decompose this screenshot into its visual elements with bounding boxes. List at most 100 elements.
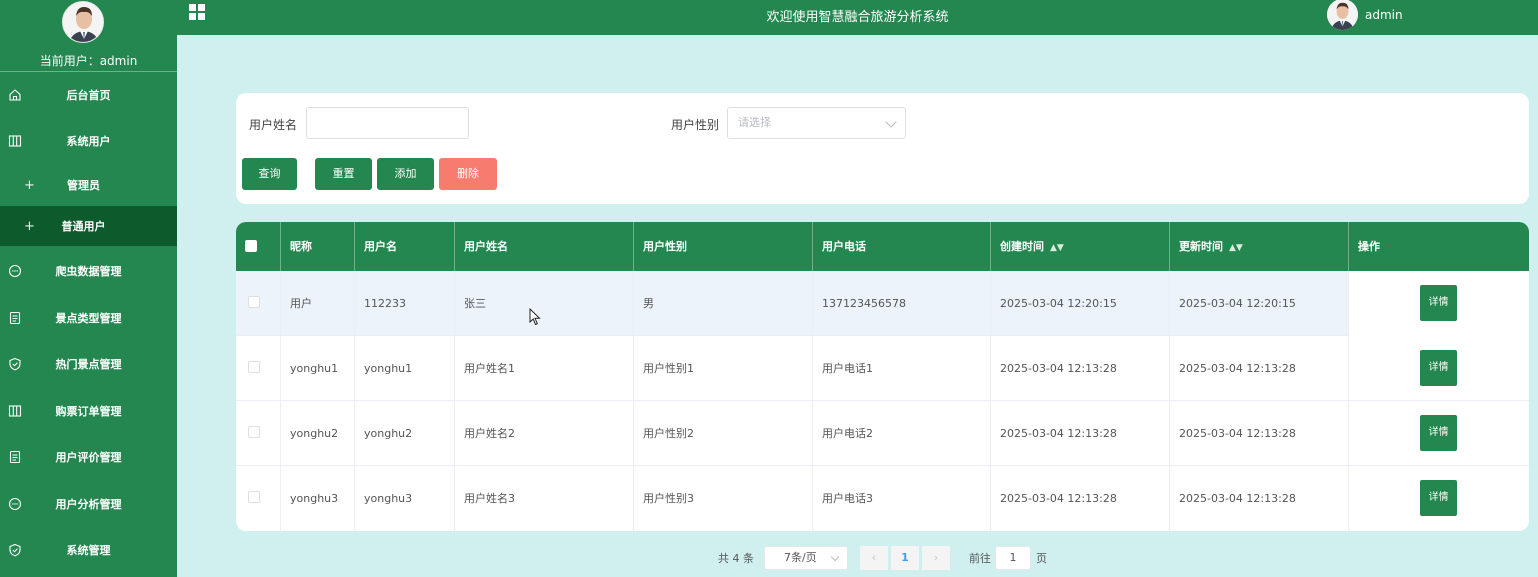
- cell-created: 2025-03-04 12:13:28: [991, 401, 1170, 466]
- query-button[interactable]: 查询: [242, 158, 297, 190]
- cell-name: 用户姓名1: [455, 336, 634, 401]
- sidebar-item-label: 普通用户: [61, 220, 106, 233]
- reset-button[interactable]: 重置: [315, 158, 372, 190]
- column-header-nickname: 昵称: [281, 222, 355, 271]
- user-table: 昵称 用户名 用户姓名 用户性别 用户电话 创建时间 ▲▼ 更新时间 ▲▼ 操作 用…: [236, 222, 1529, 531]
- column-header-created-label: 创建时间: [1000, 240, 1044, 253]
- cell-nickname: yonghu1: [281, 336, 355, 401]
- sidebar-item-crawler-data[interactable]: 爬虫数据管理: [0, 251, 177, 291]
- detail-button[interactable]: 详情: [1420, 480, 1457, 516]
- name-label: 用户姓名: [249, 118, 298, 132]
- column-header-actions: 操作: [1358, 240, 1380, 253]
- sidebar-item-hot-scenic[interactable]: 热门景点管理: [0, 344, 177, 384]
- column-header-gender: 用户性别: [634, 222, 813, 271]
- header-checkbox-cell: [236, 222, 281, 271]
- cell-name: 张三: [455, 271, 634, 336]
- cell-username: yonghu3: [355, 466, 455, 531]
- table-row[interactable]: yonghu1 yonghu1 用户姓名1 用户性别1 用户电话1 2025-0…: [236, 336, 1529, 401]
- column-header-name: 用户姓名: [455, 222, 634, 271]
- mouse-cursor-icon: [529, 308, 541, 326]
- cell-username: 112233: [355, 271, 455, 336]
- sort-icon[interactable]: ▲▼: [1229, 224, 1243, 273]
- sidebar-item-system-users[interactable]: 系统用户: [0, 121, 177, 161]
- user-avatar[interactable]: [1327, 0, 1358, 30]
- goto-page-input[interactable]: 1: [995, 546, 1031, 570]
- add-button[interactable]: 添加: [377, 158, 434, 190]
- cell-gender: 用户性别3: [634, 466, 813, 531]
- cell-username: yonghu2: [355, 401, 455, 466]
- goto-label: 前往: [969, 552, 991, 565]
- cell-nickname: yonghu2: [281, 401, 355, 466]
- cell-created: 2025-03-04 12:20:15: [991, 271, 1170, 336]
- cell-name: 用户姓名2: [455, 401, 634, 466]
- current-user-text: 当前用户：admin: [0, 52, 177, 69]
- row-checkbox[interactable]: [248, 426, 260, 438]
- detail-button[interactable]: 详情: [1420, 350, 1457, 386]
- sidebar-header: 当前用户：admin: [0, 0, 177, 72]
- table-row[interactable]: 用户 112233 张三 男 137123456578 2025-03-04 1…: [236, 271, 1529, 336]
- cell-phone: 用户电话3: [813, 466, 991, 531]
- select-all-checkbox[interactable]: [245, 240, 257, 252]
- gender-select-placeholder: 请选择: [738, 116, 771, 129]
- sidebar-item-user-analysis[interactable]: 用户分析管理: [0, 484, 177, 524]
- search-panel: 用户姓名 用户性别 请选择 查询 重置 添加 删除: [236, 93, 1529, 204]
- chevron-down-icon: [830, 552, 840, 562]
- cell-nickname: yonghu3: [281, 466, 355, 531]
- column-header-updated[interactable]: 更新时间 ▲▼: [1170, 222, 1349, 271]
- sidebar-item-label: 景点类型管理: [55, 312, 122, 325]
- row-checkbox-cell: [236, 336, 281, 401]
- page-number-current[interactable]: 1: [891, 546, 919, 570]
- next-page-button[interactable]: ›: [922, 546, 950, 570]
- detail-button[interactable]: 详情: [1420, 285, 1457, 321]
- sidebar-item-label: 管理员: [67, 179, 100, 192]
- sidebar-item-label: 购票订单管理: [55, 405, 122, 418]
- pagination-total: 共 4 条: [718, 552, 754, 565]
- cell-nickname: 用户: [281, 271, 355, 336]
- cell-created: 2025-03-04 12:13:28: [991, 466, 1170, 531]
- detail-button[interactable]: 详情: [1420, 415, 1457, 451]
- column-header-phone: 用户电话: [813, 222, 991, 271]
- sidebar-item-label: 系统管理: [66, 544, 111, 557]
- sidebar-item-home[interactable]: 后台首页: [0, 75, 177, 115]
- current-user-name: admin: [99, 54, 138, 68]
- cell-phone: 用户电话2: [813, 401, 991, 466]
- row-checkbox[interactable]: [248, 361, 260, 373]
- row-checkbox[interactable]: [248, 491, 260, 503]
- delete-button[interactable]: 删除: [439, 158, 497, 190]
- page-size-select[interactable]: 7条/页: [764, 546, 848, 570]
- sidebar-item-label: 用户分析管理: [55, 498, 122, 511]
- cell-created: 2025-03-04 12:13:28: [991, 336, 1170, 401]
- name-input[interactable]: [306, 107, 469, 139]
- sidebar-item-label: 系统用户: [66, 135, 111, 148]
- cell-updated: 2025-03-04 12:13:28: [1170, 336, 1349, 401]
- sort-icon[interactable]: ▲▼: [1050, 224, 1064, 273]
- cell-gender: 男: [634, 271, 813, 336]
- gender-label: 用户性别: [671, 118, 720, 132]
- gender-select[interactable]: 请选择: [727, 107, 906, 139]
- cell-gender: 用户性别2: [634, 401, 813, 466]
- cell-name: 用户姓名3: [455, 466, 634, 531]
- cell-phone: 用户电话1: [813, 336, 991, 401]
- row-checkbox-cell: [236, 466, 281, 531]
- sidebar-item-admin[interactable]: + 管理员: [0, 165, 177, 205]
- table-row[interactable]: yonghu2 yonghu2 用户姓名2 用户性别2 用户电话2 2025-0…: [236, 401, 1529, 466]
- sidebar-item-user-reviews[interactable]: 用户评价管理: [0, 437, 177, 477]
- sidebar-item-scenic-types[interactable]: 景点类型管理: [0, 298, 177, 338]
- sidebar-item-ticket-orders[interactable]: 购票订单管理: [0, 391, 177, 431]
- table-header: 昵称 用户名 用户姓名 用户性别 用户电话 创建时间 ▲▼ 更新时间 ▲▼ 操作: [236, 222, 1529, 271]
- top-username[interactable]: admin: [1365, 8, 1403, 22]
- column-header-created[interactable]: 创建时间 ▲▼: [991, 222, 1170, 271]
- cell-updated: 2025-03-04 12:13:28: [1170, 466, 1349, 531]
- row-checkbox[interactable]: [248, 296, 260, 308]
- cell-username: yonghu1: [355, 336, 455, 401]
- sidebar-item-normal-users[interactable]: + 普通用户: [0, 206, 177, 246]
- sidebar-item-label: 用户评价管理: [55, 451, 122, 464]
- cell-updated: 2025-03-04 12:13:28: [1170, 401, 1349, 466]
- sidebar-item-label: 后台首页: [66, 89, 111, 102]
- table-row[interactable]: yonghu3 yonghu3 用户姓名3 用户性别3 用户电话3 2025-0…: [236, 466, 1529, 531]
- sidebar: 当前用户：admin 后台首页 系统用户 + 管理员 + 普通用户 爬虫数据管理…: [0, 0, 177, 577]
- sidebar-item-system-management[interactable]: 系统管理: [0, 530, 177, 570]
- sidebar-item-label: 爬虫数据管理: [55, 265, 122, 278]
- chevron-down-icon: [885, 116, 897, 128]
- prev-page-button[interactable]: ‹: [860, 546, 888, 570]
